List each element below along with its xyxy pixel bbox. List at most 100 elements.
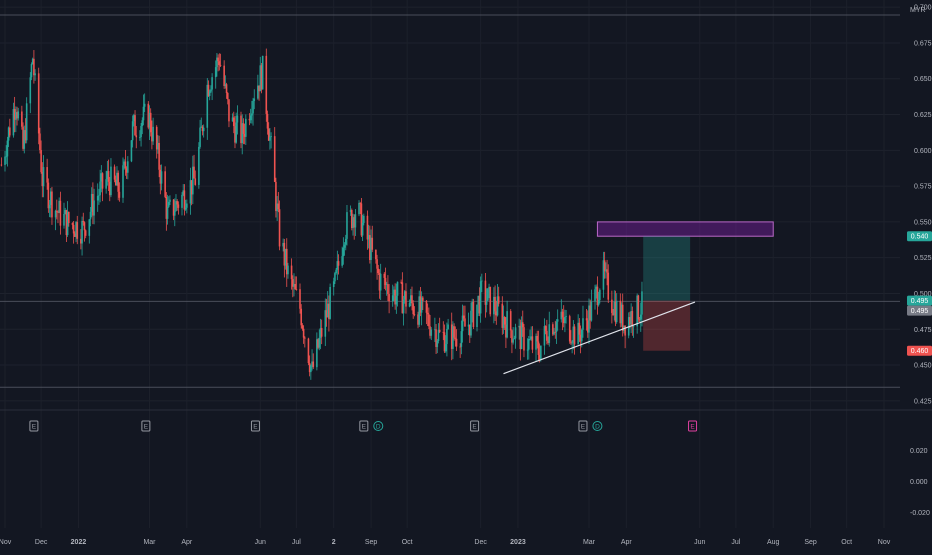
candle-body bbox=[160, 171, 163, 184]
candle-body bbox=[245, 118, 247, 137]
time-tick-label: Jul bbox=[292, 539, 301, 546]
time-tick-label: 2022 bbox=[71, 539, 87, 546]
candle-body bbox=[235, 122, 237, 143]
time-tick-label: Mar bbox=[143, 539, 156, 546]
price-tick-label: 0.525 bbox=[914, 255, 932, 262]
candle-body bbox=[25, 103, 28, 141]
candle-body bbox=[210, 89, 212, 92]
candle-body bbox=[139, 137, 141, 138]
candle-body bbox=[537, 341, 540, 355]
candle-body bbox=[9, 127, 11, 136]
candle-body bbox=[594, 289, 596, 302]
candle-body bbox=[388, 294, 390, 302]
earnings-marker-label: E bbox=[144, 424, 149, 431]
candle-body bbox=[72, 224, 75, 234]
candle-body bbox=[371, 237, 374, 250]
candle-body bbox=[580, 329, 583, 342]
candle-body bbox=[166, 206, 169, 219]
candle-body bbox=[334, 273, 336, 282]
candle-body bbox=[181, 194, 183, 208]
earnings-marker-label: E bbox=[581, 424, 586, 431]
stock-chart[interactable]: EEEEDEEDE MYR 0.700 0.675 0.650 0.625 0.600 0… bbox=[0, 0, 932, 550]
candle-body bbox=[98, 195, 100, 197]
candle-body bbox=[135, 135, 138, 138]
candle-body bbox=[110, 166, 112, 196]
candle-body bbox=[318, 337, 321, 348]
candle-body bbox=[455, 338, 458, 347]
candle-body bbox=[236, 115, 239, 123]
candle-body bbox=[249, 115, 252, 121]
candle-body bbox=[479, 281, 482, 314]
time-tick-label: Nov bbox=[0, 539, 12, 546]
candle-body bbox=[33, 58, 35, 76]
candle-body bbox=[335, 269, 337, 274]
candle-body bbox=[531, 336, 534, 350]
candle-body bbox=[494, 296, 496, 312]
candle-body bbox=[387, 284, 389, 295]
candle-body bbox=[546, 330, 548, 341]
candle-body bbox=[299, 289, 301, 309]
event-markers[interactable]: EEEEDEEDE bbox=[29, 420, 698, 432]
candle-body bbox=[506, 311, 508, 338]
candle-body bbox=[405, 291, 407, 307]
earnings-marker-label: E bbox=[32, 424, 37, 431]
candle-body bbox=[40, 150, 42, 173]
candle-body bbox=[354, 214, 357, 228]
position-profit-zone bbox=[643, 236, 691, 301]
candle-body bbox=[223, 65, 225, 87]
candle-body bbox=[641, 291, 643, 315]
time-axis[interactable]: Nov Dec 2022 Mar Apr Jun Jul 2 Sep Oct Dec 2023 Mar A… bbox=[0, 539, 891, 546]
candle-body bbox=[199, 127, 201, 147]
candle-body bbox=[568, 316, 571, 342]
price-label-text: 0.495 bbox=[911, 298, 929, 305]
candle-body bbox=[253, 98, 256, 101]
candle-body bbox=[5, 156, 8, 158]
candle-body bbox=[578, 322, 581, 335]
time-tick-label: Sep bbox=[365, 539, 378, 546]
candle-body bbox=[408, 303, 411, 307]
candle-body bbox=[6, 140, 9, 157]
candle-body bbox=[342, 247, 345, 257]
horizontal-lines[interactable] bbox=[0, 14, 900, 388]
candle-body bbox=[304, 337, 306, 339]
candle-body bbox=[51, 191, 53, 218]
candle-body bbox=[71, 223, 74, 225]
candle-body bbox=[105, 179, 107, 189]
candle-body bbox=[548, 324, 551, 343]
candle-body bbox=[101, 173, 104, 189]
candle-body bbox=[177, 204, 180, 208]
price-axis[interactable]: MYR 0.7000.6750.6500.6250.6000.5750.5500… bbox=[910, 5, 932, 406]
candle-body bbox=[39, 133, 41, 151]
candle-body bbox=[343, 244, 346, 248]
candle-body bbox=[447, 324, 449, 329]
time-tick-label: Jun bbox=[694, 539, 705, 546]
chart-canvas[interactable]: EEEEDEEDE MYR 0.7000.6750.6500.6250.6000… bbox=[0, 0, 932, 550]
candle-body bbox=[632, 326, 635, 328]
candle-body bbox=[270, 136, 272, 138]
candle-body bbox=[63, 213, 65, 226]
candle-body bbox=[193, 166, 195, 179]
time-tick-label: Mar bbox=[583, 539, 596, 546]
candle-body bbox=[54, 210, 57, 218]
candle-body bbox=[624, 325, 626, 336]
candle-body bbox=[573, 326, 576, 345]
candle-body bbox=[47, 182, 50, 209]
candle-body bbox=[82, 221, 85, 223]
price-label-text: 0.495 bbox=[911, 308, 929, 315]
candle-body bbox=[307, 338, 310, 364]
candle-body bbox=[470, 310, 472, 336]
candle-body bbox=[529, 338, 531, 340]
candle-body bbox=[361, 222, 364, 236]
candle-body bbox=[278, 209, 281, 247]
candle-body bbox=[565, 316, 567, 317]
sub-pane-axis[interactable]: 0.020 0.000 -0.020 bbox=[910, 448, 930, 517]
candle-body bbox=[363, 215, 365, 223]
candle-body bbox=[287, 265, 289, 275]
candle-body bbox=[413, 314, 416, 315]
candle-body bbox=[337, 261, 340, 266]
candle-body bbox=[176, 201, 178, 205]
candle-body bbox=[411, 295, 413, 304]
candle-body bbox=[332, 281, 335, 287]
candle-body bbox=[194, 178, 197, 185]
candle-body bbox=[430, 329, 433, 336]
